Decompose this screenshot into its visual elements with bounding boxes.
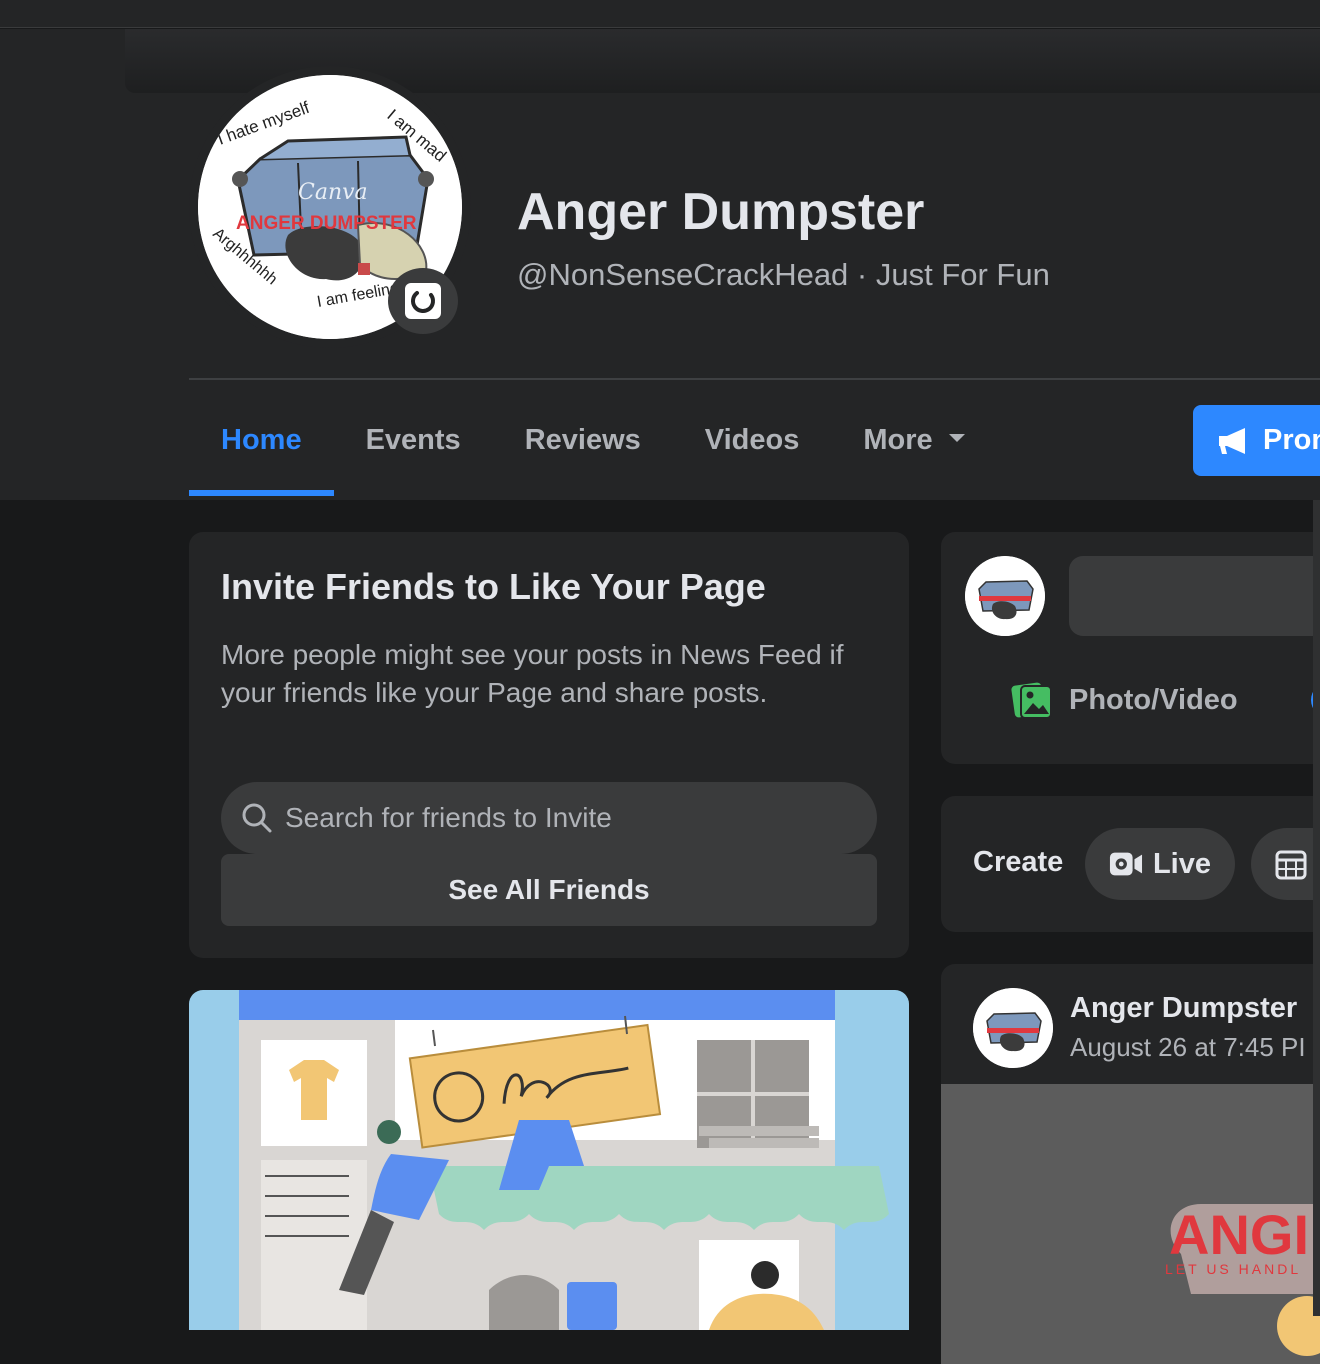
event-button[interactable] xyxy=(1251,828,1320,900)
photo-video-label: Photo/Video xyxy=(1069,683,1238,716)
update-profile-picture-button[interactable] xyxy=(388,268,458,334)
megaphone-icon xyxy=(1219,427,1245,454)
promote-label: Pron xyxy=(1263,424,1320,456)
scrollbar[interactable] xyxy=(1313,500,1320,1316)
anger-dumpster-logo-small xyxy=(965,556,1045,636)
create-post-input[interactable] xyxy=(1069,556,1320,636)
top-bar xyxy=(0,0,1320,28)
composer-avatar[interactable] xyxy=(965,556,1045,636)
post-card: Anger Dumpster August 26 at 7:45 PI ANGI… xyxy=(941,964,1320,1364)
header-divider xyxy=(189,378,1320,380)
shop-illustration xyxy=(189,990,909,1330)
post-timestamp[interactable]: August 26 at 7:45 PI xyxy=(1070,1032,1306,1063)
tab-videos[interactable]: Videos xyxy=(673,404,832,496)
friend-search[interactable] xyxy=(221,782,877,854)
avatar-canva-mark: Canva xyxy=(298,180,368,205)
page-handle-category: @NonSenseCrackHead · Just For Fun xyxy=(517,257,1050,292)
search-icon xyxy=(242,803,272,833)
create-card: Create Live xyxy=(941,796,1320,932)
friend-search-input[interactable] xyxy=(285,802,845,834)
anger-dumpster-logo-small xyxy=(973,988,1053,1068)
post-image-title: ANGI xyxy=(1169,1203,1309,1266)
avatar-banner-text: ANGER DUMPSTER xyxy=(236,213,417,234)
tab-reviews[interactable]: Reviews xyxy=(493,404,673,496)
post-image[interactable]: ANGI LET US HANDL xyxy=(941,1084,1320,1364)
live-label: Live xyxy=(1152,847,1211,880)
page-title: Anger Dumpster xyxy=(517,183,925,241)
post-composer-card: Photo/Video xyxy=(941,532,1320,764)
post-image-subtitle: LET US HANDL xyxy=(1165,1261,1301,1277)
tab-more[interactable]: More xyxy=(831,404,998,496)
tab-events[interactable]: Events xyxy=(334,404,493,496)
loading-icon xyxy=(405,283,441,319)
live-video-icon xyxy=(1109,852,1143,876)
invite-friends-card: Invite Friends to Like Your Page More pe… xyxy=(189,532,909,958)
chevron-down-icon xyxy=(948,434,965,442)
page-tabs: Home Events Reviews Videos More xyxy=(189,404,999,500)
post-author-name[interactable]: Anger Dumpster xyxy=(1070,992,1297,1025)
invite-title: Invite Friends to Like Your Page xyxy=(221,566,766,607)
photo-icon xyxy=(1011,682,1052,719)
create-label: Create xyxy=(973,846,1064,878)
promote-button[interactable]: Pron xyxy=(1193,405,1320,476)
see-all-friends-button[interactable]: See All Friends xyxy=(221,854,877,926)
calendar-icon xyxy=(1275,850,1307,880)
photo-video-button[interactable]: Photo/Video xyxy=(1011,680,1238,720)
tab-more-label: More xyxy=(863,424,933,456)
tab-home[interactable]: Home xyxy=(189,404,334,496)
invite-description: More people might see your posts in News… xyxy=(221,639,844,708)
live-button[interactable]: Live xyxy=(1085,828,1235,900)
post-author-avatar[interactable] xyxy=(973,988,1053,1068)
